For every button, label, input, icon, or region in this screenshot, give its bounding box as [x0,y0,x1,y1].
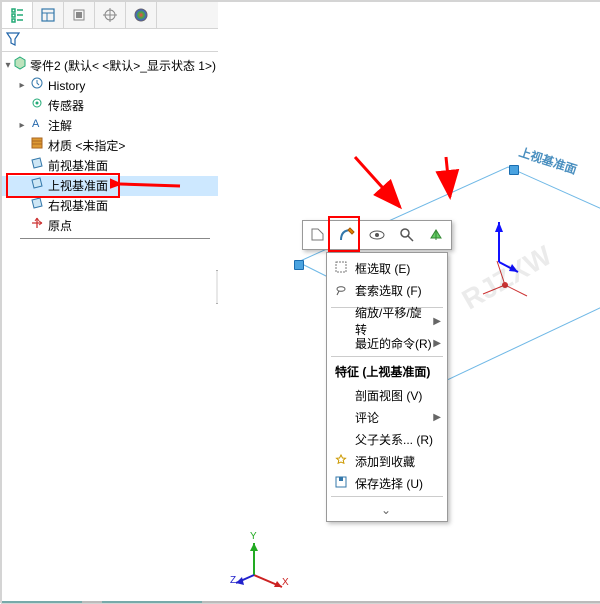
plane-icon [28,196,46,216]
ctx-section-view[interactable]: 剖面视图 (V) [327,384,447,406]
plane-handle[interactable] [509,165,519,175]
tree-root-label: 零件2 (默认< <默认>_显示状态 1>) [28,56,216,76]
ctx-expand-more[interactable]: ⌄ [327,499,447,521]
plane-top-label: 上视基准面 [46,176,108,196]
axis-x-label: X [282,577,289,588]
ctx-tool-sketch-3d[interactable] [307,224,329,246]
ctx-parent-child-label: 父子关系... (R) [351,431,441,448]
ctx-box-select-label: 框选取 (E) [351,260,441,277]
tree-sensors[interactable]: 传感器 [2,96,218,116]
tab-display-manager[interactable] [126,2,157,28]
origin-icon [28,216,46,236]
tab-dimxpert[interactable] [95,2,126,28]
tab-property-manager[interactable] [33,2,64,28]
sensors-icon [28,96,46,116]
history-label: History [46,76,85,96]
save-icon [331,475,351,492]
plane-front-label: 前视基准面 [46,156,108,176]
ctx-save-selection[interactable]: 保存选择 (U) [327,472,447,494]
panel-tabs [2,2,218,29]
context-menu: 框选取 (E) 套索选取 (F) 缩放/平移/旋转 ▶ 最近的命令(R) ▶ 特… [326,252,448,522]
ctx-save-sel-label: 保存选择 (U) [351,475,441,492]
part-icon [12,55,28,77]
ctx-comment-label: 评论 [351,409,433,426]
plane-icon [28,156,46,176]
context-toolbar [302,220,452,250]
tab-config-manager[interactable] [64,2,95,28]
annotations-label: 注解 [46,116,72,136]
ctx-recent-commands[interactable]: 最近的命令(R) ▶ [327,332,447,354]
ctx-tool-sketch[interactable] [336,224,358,246]
ctx-add-fav-label: 添加到收藏 [351,453,441,470]
tree-history[interactable]: ▸ History [2,76,218,96]
submenu-arrow-icon: ▶ [433,412,441,423]
lasso-icon [331,282,351,299]
ctx-lasso-select-label: 套索选取 (F) [351,282,441,299]
ctx-tool-show-hide[interactable] [366,224,388,246]
material-label: 材质 <未指定> [46,136,125,156]
tree-origin[interactable]: 原点 [2,216,218,236]
ctx-parent-child[interactable]: 父子关系... (R) [327,428,447,450]
svg-text:A: A [32,118,40,130]
ctx-zoom-pan-rotate[interactable]: 缩放/平移/旋转 ▶ [327,310,447,332]
filter-bar [2,29,218,52]
ctx-add-favorite[interactable]: 添加到收藏 [327,450,447,472]
axis-z-label: Z [230,575,236,586]
orientation-triad[interactable]: X Y Z [234,531,294,591]
ctx-feature-header: 特征 (上视基准面) [327,359,447,384]
submenu-arrow-icon: ▶ [433,338,441,349]
collapse-icon[interactable]: ▾ [4,56,12,76]
tree-material[interactable]: 材质 <未指定> [2,136,218,156]
plane-right-label: 右视基准面 [46,196,108,216]
ctx-box-select[interactable]: 框选取 (E) [327,257,447,279]
ctx-zoom-pan-label: 缩放/平移/旋转 [351,304,433,338]
history-icon [28,76,46,96]
tree-plane-right[interactable]: 右视基准面 [2,196,218,216]
ctx-lasso-select[interactable]: 套索选取 (F) [327,279,447,301]
axis-y-label: Y [250,531,257,542]
submenu-arrow-icon: ▶ [433,316,441,327]
sensors-label: 传感器 [46,96,84,116]
tab-feature-tree[interactable] [2,2,33,28]
ctx-section-view-label: 剖面视图 (V) [351,387,441,404]
expand-icon[interactable]: ▸ [16,116,28,136]
filter-icon[interactable] [6,32,20,49]
tree-root[interactable]: ▾ 零件2 (默认< <默认>_显示状态 1>) [2,56,218,76]
plane-icon [28,176,46,196]
ctx-tool-normal-to[interactable] [425,224,447,246]
expand-icon[interactable]: ▸ [16,76,28,96]
favorite-icon [331,453,351,470]
ctx-recent-label: 最近的命令(R) [351,335,433,352]
material-icon [28,136,46,156]
annotations-icon: A [28,116,46,136]
tree-annotations[interactable]: ▸ A 注解 [2,116,218,136]
tree-end-bar[interactable] [20,238,210,239]
tree-plane-top[interactable]: 上视基准面 [2,176,218,196]
box-select-icon [331,260,351,277]
tree-plane-front[interactable]: 前视基准面 [2,156,218,176]
plane-handle[interactable] [294,260,304,270]
feature-tree-panel: ▾ 零件2 (默认< <默认>_显示状态 1>) ▸ History 传感器 ▸… [2,2,219,562]
origin-label: 原点 [46,216,72,236]
feature-tree: ▾ 零件2 (默认< <默认>_显示状态 1>) ▸ History 传感器 ▸… [2,52,218,245]
ctx-comment[interactable]: 评论 ▶ [327,406,447,428]
ctx-tool-zoom-to[interactable] [396,224,418,246]
